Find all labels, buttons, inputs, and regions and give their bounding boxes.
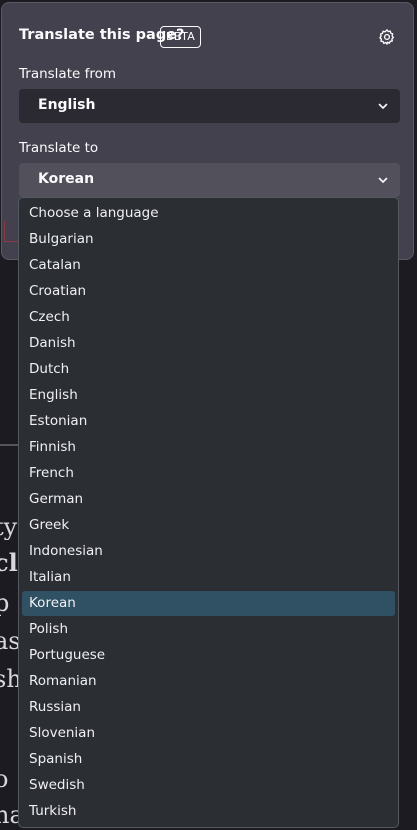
language-option[interactable]: Italian [22, 565, 395, 590]
language-option[interactable]: Polish [22, 617, 395, 642]
translate-to-select[interactable]: Korean [19, 163, 400, 197]
background-text-fragment: sh [0, 666, 20, 692]
chevron-down-icon [378, 103, 388, 109]
language-option[interactable]: Danish [22, 331, 395, 356]
language-option[interactable]: Turkish [22, 799, 395, 824]
language-option[interactable]: French [22, 461, 395, 486]
language-option[interactable]: Finnish [22, 435, 395, 460]
background-text-fragment: ty [0, 514, 18, 540]
language-option-selected[interactable]: Korean [22, 591, 395, 616]
background-text-fragment: p [0, 590, 10, 616]
language-option[interactable]: English [22, 383, 395, 408]
language-option[interactable]: Choose a language [22, 201, 395, 226]
background-text-fragment: na [0, 802, 20, 828]
beta-badge: BETA [160, 26, 202, 48]
translate-to-label: Translate to [19, 140, 99, 156]
gear-icon [379, 29, 395, 45]
language-option[interactable]: Czech [22, 305, 395, 330]
translate-from-select[interactable]: English [19, 89, 400, 123]
language-option[interactable]: Spanish [22, 747, 395, 772]
translate-from-value: English [38, 97, 96, 113]
language-option[interactable]: Catalan [22, 253, 395, 278]
language-option[interactable]: Swedish [22, 773, 395, 798]
language-option[interactable]: Dutch [22, 357, 395, 382]
background-text-fragment: as [0, 628, 20, 654]
settings-button[interactable] [375, 25, 399, 49]
language-option[interactable]: Slovenian [22, 721, 395, 746]
language-dropdown-list[interactable]: Choose a language Bulgarian Catalan Croa… [18, 197, 399, 828]
background-text-fragment: cl [0, 550, 18, 576]
chevron-down-icon [378, 177, 388, 183]
language-option[interactable]: Estonian [22, 409, 395, 434]
language-option[interactable]: Portuguese [22, 643, 395, 668]
language-option[interactable]: Bulgarian [22, 227, 395, 252]
translate-from-label: Translate from [19, 66, 117, 82]
language-option[interactable]: Croatian [22, 279, 395, 304]
language-option[interactable]: Russian [22, 695, 395, 720]
language-option[interactable]: Greek [22, 513, 395, 538]
language-option[interactable]: Indonesian [22, 539, 395, 564]
language-option[interactable]: Romanian [22, 669, 395, 694]
language-option[interactable]: German [22, 487, 395, 512]
background-text-fragment: o [0, 766, 9, 792]
translate-to-value: Korean [38, 171, 95, 187]
